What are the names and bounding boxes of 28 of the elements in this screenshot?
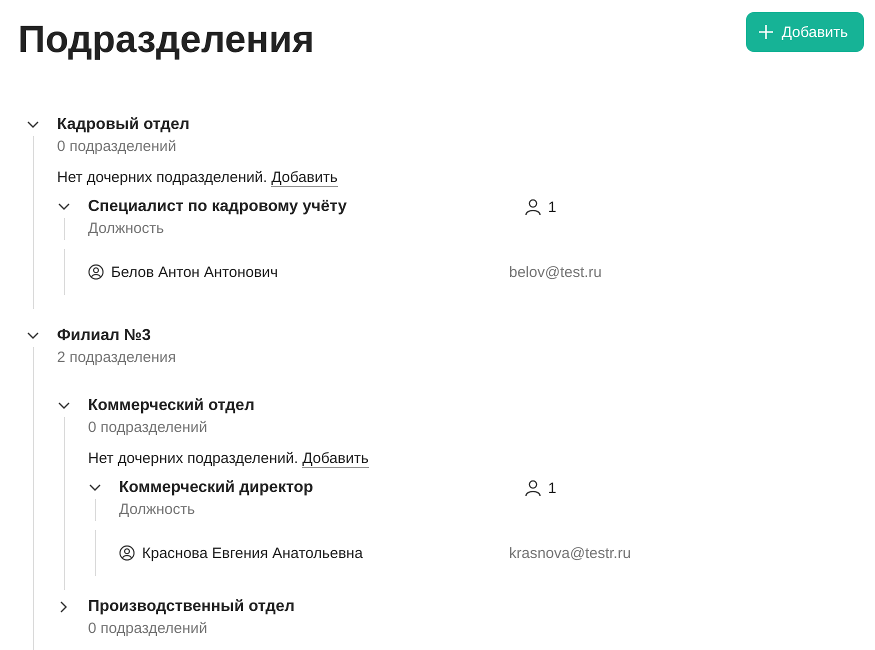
add-link[interactable]: Добавить (271, 169, 338, 187)
position-label: Должность (119, 500, 196, 520)
employee-name: Краснова Евгения Анатольевна (142, 544, 363, 562)
subdivision-count: 0 подразделений (88, 619, 208, 639)
person-icon (524, 198, 542, 216)
headcount: 1 (548, 480, 556, 496)
employee-email: krasnova@testr.ru (509, 544, 631, 562)
subdivision-count: 0 подразделений (57, 137, 178, 157)
user-avatar-icon (119, 545, 135, 561)
subdivision-count: 0 подразделений (88, 418, 208, 438)
position-name[interactable]: Специалист по кадровому учёту (88, 198, 347, 216)
headcount: 1 (548, 198, 556, 216)
employee-email: belov@test.ru (509, 264, 602, 280)
position-name[interactable]: Коммерческий директор (119, 479, 314, 497)
plus-icon (758, 24, 774, 40)
empty-note: Нет дочерних подразделений. (88, 450, 300, 467)
department-name[interactable]: Производственный отдел (88, 598, 295, 616)
employee-name: Белов Антон Антонович (111, 264, 278, 280)
subdivision-count: 2 подразделения (57, 348, 177, 368)
empty-note: Нет дочерних подразделений. (57, 169, 268, 186)
add-link[interactable]: Добавить (302, 450, 369, 468)
user-avatar-icon (88, 264, 104, 280)
department-name[interactable]: Филиал №3 (57, 327, 151, 345)
page-title: Подразделения (18, 18, 314, 62)
person-icon (524, 479, 542, 497)
position-label: Должность (88, 219, 165, 239)
department-name[interactable]: Кадровый отдел (57, 116, 190, 134)
department-name[interactable]: Коммерческий отдел (88, 397, 254, 415)
